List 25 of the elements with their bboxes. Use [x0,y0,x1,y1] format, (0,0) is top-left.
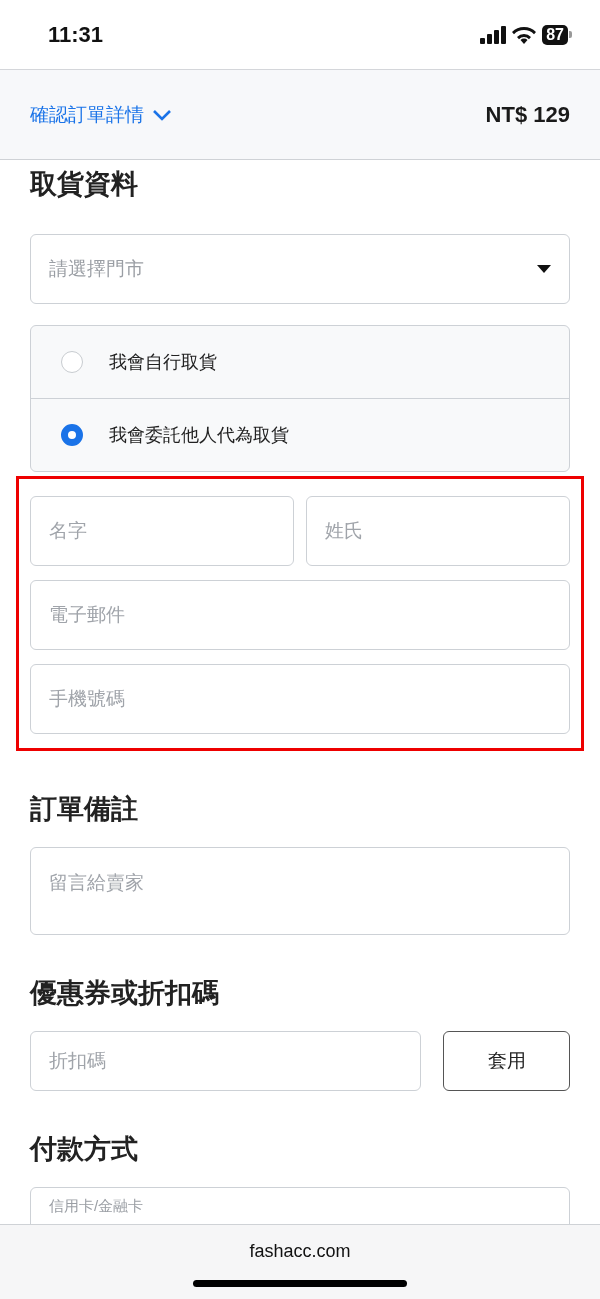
url-text[interactable]: fashacc.com [249,1241,351,1262]
pickup-option[interactable]: 我會委託他人代為取貨 [31,398,569,471]
section-heading: 優惠券或折扣碼 [30,977,220,1010]
dropdown-arrow-icon [537,265,551,273]
coupon-field[interactable]: 折扣碼 [30,1031,421,1091]
section-heading: 訂單備註 [30,793,139,826]
radio-button[interactable] [61,351,83,373]
option-label: 我會委託他人代為取貨 [109,424,289,447]
last-name-field[interactable]: 姓氏 [306,496,570,566]
option-label: 我會自行取貨 [109,351,217,374]
wifi-icon [512,25,537,44]
chevron-down-icon [152,108,172,121]
order-total: NT$ 129 [485,101,570,128]
section-heading: 付款方式 [30,1133,139,1166]
pickup-option[interactable]: 我會自行取貨 [31,326,569,398]
note-field[interactable]: 留言給賣家 [30,847,570,935]
status-time: 11:31 [48,21,104,48]
phone-field[interactable]: 手機號碼 [30,664,570,734]
order-details-toggle[interactable]: 確認訂單詳情 [30,101,172,128]
signal-icon [480,25,507,44]
radio-button[interactable] [61,424,83,446]
apply-button[interactable]: 套用 [443,1031,570,1091]
email-field[interactable]: 電子郵件 [30,580,570,650]
section-heading: 取貨資料 [30,168,139,201]
first-name-field[interactable]: 名字 [30,496,294,566]
